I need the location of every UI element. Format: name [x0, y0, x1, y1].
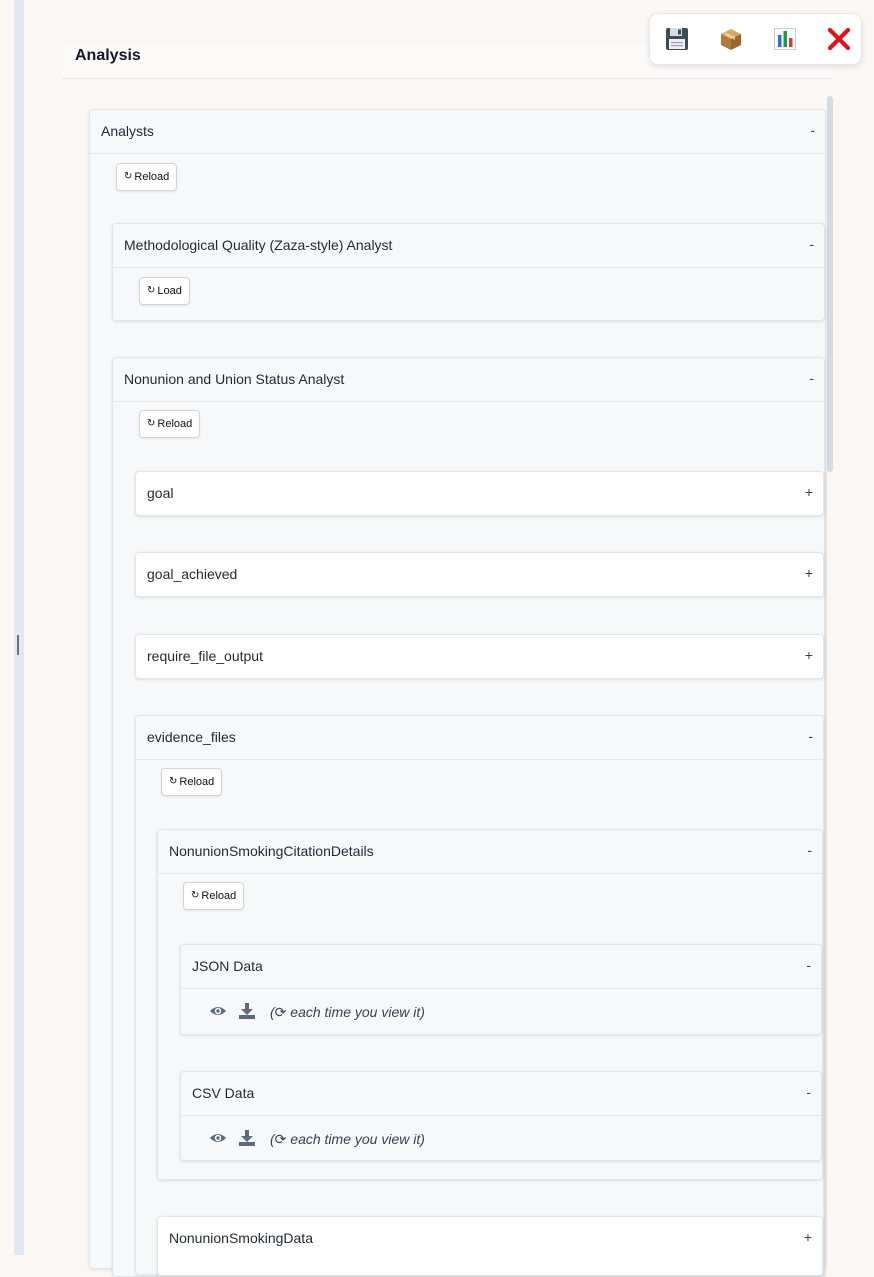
csv-data-header[interactable]: CSV Data -	[181, 1072, 821, 1116]
close-icon	[827, 27, 851, 51]
evidence-files-reload-button[interactable]: ↻ Reload	[161, 768, 223, 796]
sidebar-resize-handle[interactable]	[17, 635, 19, 655]
smoking-data-header[interactable]: NonunionSmokingData +	[158, 1217, 822, 1261]
evidence-files-title: evidence_files	[147, 729, 236, 745]
csv-data-actions: (⟳ each time you view it)	[181, 1116, 821, 1161]
goal-header[interactable]: goal +	[136, 472, 823, 516]
smoking-data-panel: NonunionSmokingData +	[157, 1216, 823, 1276]
bar-chart-icon	[774, 28, 796, 50]
json-data-title: JSON Data	[192, 958, 263, 974]
json-data-actions: (⟳ each time you view it)	[181, 989, 821, 1034]
reload-icon: ↻	[147, 418, 156, 429]
methodological-analyst-header[interactable]: Methodological Quality (Zaza-style) Anal…	[113, 224, 824, 268]
expand-toggle[interactable]: +	[805, 647, 813, 663]
goal-panel: goal +	[135, 471, 824, 516]
nonunion-analyst-title: Nonunion and Union Status Analyst	[124, 371, 345, 387]
reload-icon: ↻	[147, 285, 156, 296]
scrollbar-thumb[interactable]	[827, 96, 833, 472]
citation-details-reload-button[interactable]: ↻ Reload	[183, 882, 245, 910]
require-file-output-title: require_file_output	[147, 648, 263, 664]
reload-icon: ↻	[124, 171, 133, 182]
csv-data-title: CSV Data	[192, 1085, 255, 1101]
goal-title: goal	[147, 485, 174, 501]
goal-achieved-title: goal_achieved	[147, 566, 238, 582]
expand-toggle[interactable]: +	[805, 484, 813, 500]
refresh-note: (⟳ each time you view it)	[270, 1004, 425, 1020]
json-data-header[interactable]: JSON Data -	[181, 945, 821, 989]
citation-details-title: NonunionSmokingCitationDetails	[169, 843, 374, 859]
reload-label: Reload	[157, 418, 193, 430]
sidebar-divider	[14, 0, 24, 1255]
methodological-analyst-title: Methodological Quality (Zaza-style) Anal…	[124, 237, 393, 253]
csv-data-panel: CSV Data - (⟳ each time you view it)	[180, 1071, 822, 1161]
collapse-toggle[interactable]: -	[809, 236, 814, 252]
package-icon	[721, 29, 741, 50]
json-data-panel: JSON Data - (⟳ each time you view it)	[180, 944, 822, 1035]
collapse-toggle[interactable]: -	[810, 122, 815, 138]
eye-icon[interactable]	[209, 1003, 227, 1019]
methodological-analyst-panel: Methodological Quality (Zaza-style) Anal…	[112, 223, 825, 321]
eye-icon[interactable]	[209, 1130, 227, 1146]
toolbar	[649, 13, 862, 65]
collapse-toggle[interactable]: -	[808, 728, 813, 744]
goal-achieved-panel: goal_achieved +	[135, 552, 824, 597]
smoking-data-title: NonunionSmokingData	[169, 1230, 313, 1246]
expand-toggle[interactable]: +	[805, 565, 813, 581]
nonunion-reload-button[interactable]: ↻ Reload	[139, 410, 201, 438]
chart-button[interactable]	[772, 26, 798, 52]
save-button[interactable]	[664, 26, 690, 52]
reload-label: Reload	[134, 171, 170, 183]
analysts-reload-button[interactable]: ↻ Reload	[116, 163, 178, 191]
download-icon[interactable]	[238, 1003, 256, 1019]
nonunion-analyst-header[interactable]: Nonunion and Union Status Analyst -	[113, 358, 824, 402]
require-file-output-panel: require_file_output +	[135, 634, 824, 679]
collapse-toggle[interactable]: -	[807, 842, 812, 858]
collapse-toggle[interactable]: -	[806, 957, 811, 973]
reload-label: Reload	[201, 890, 237, 902]
collapse-toggle[interactable]: -	[806, 1084, 811, 1100]
analysts-title: Analysts	[101, 123, 154, 139]
load-label: Load	[157, 285, 182, 297]
require-file-output-header[interactable]: require_file_output +	[136, 635, 823, 679]
evidence-files-header[interactable]: evidence_files -	[136, 716, 823, 760]
expand-toggle[interactable]: +	[804, 1229, 812, 1245]
download-icon[interactable]	[238, 1130, 256, 1146]
collapse-toggle[interactable]: -	[809, 370, 814, 386]
left-sidebar-rail	[0, 0, 24, 1255]
reload-label: Reload	[179, 776, 215, 788]
load-button[interactable]: ↻ Load	[139, 277, 190, 305]
package-button[interactable]	[718, 26, 744, 52]
refresh-note: (⟳ each time you view it)	[270, 1131, 425, 1147]
analysts-header[interactable]: Analysts -	[90, 110, 825, 154]
goal-achieved-header[interactable]: goal_achieved +	[136, 553, 823, 597]
page-title: Analysis	[75, 47, 141, 64]
reload-icon: ↻	[191, 890, 200, 901]
citation-details-header[interactable]: NonunionSmokingCitationDetails -	[158, 830, 822, 874]
floppy-disk-icon	[666, 28, 688, 50]
reload-icon: ↻	[169, 776, 178, 787]
close-button[interactable]	[826, 26, 852, 52]
